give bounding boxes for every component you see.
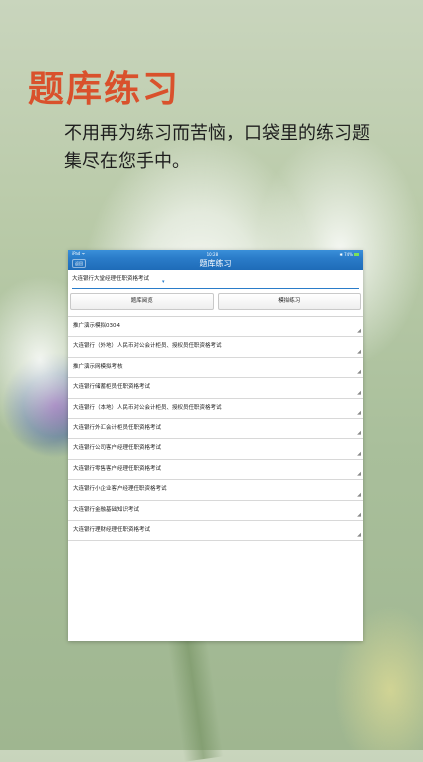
bluetooth-icon: ✱	[339, 251, 343, 257]
resize-grip-icon: ◢	[357, 491, 361, 498]
practice-button[interactable]: 模拟练习	[217, 293, 361, 310]
resize-grip-icon: ◢	[357, 328, 361, 335]
battery-icon	[353, 253, 359, 256]
list-item[interactable]: 大连银行外汇会计柜员任职资格考试 ◢	[68, 419, 363, 440]
list-item[interactable]: 大连银行（外地）人民币对公会计柜员、授权员任职资格考试 ◢	[68, 337, 363, 358]
list-item-label: 大连银行（本地）人民币对公会计柜员、授权员任职资格考试	[73, 404, 222, 411]
resize-grip-icon: ◢	[357, 369, 361, 376]
list-item[interactable]: 推广演示网模拟考核 ◢	[68, 358, 363, 379]
promo-headline: 题库练习	[28, 69, 181, 110]
list-item[interactable]: 大连银行理财经理任职资格考试 ◢	[68, 521, 363, 542]
resize-grip-icon: ◢	[357, 409, 361, 416]
resize-grip-icon: ◢	[357, 348, 361, 355]
resize-grip-icon: ◢	[357, 511, 361, 518]
list-item-label: 推广演示模拟0304	[73, 323, 120, 329]
promo-subtitle: 不用再为练习而苦恼，口袋里的练习题集尽在您手中。	[64, 123, 370, 172]
browse-button[interactable]: 题库阅览	[70, 293, 214, 310]
list-item[interactable]: 大连银行零售客户经理任职资格考试 ◢	[68, 460, 363, 481]
list-item-label: 大连银行（外地）人民币对公会计柜员、授权员任职资格考试	[73, 343, 222, 350]
list-item-label: 大连银行公司客户经理任职资格考试	[73, 445, 162, 452]
list-item-label: 大连银行金融基础知识考试	[73, 506, 140, 513]
resize-grip-icon: ◢	[357, 389, 361, 396]
exam-selector[interactable]: 大连银行大堂经理任职资格考试 ▾	[72, 270, 359, 289]
resize-grip-icon: ◢	[357, 450, 361, 457]
list-item-label: 大连银行理财经理任职资格考试	[73, 526, 151, 533]
list-item-label: 大连银行零售客户经理任职资格考试	[73, 465, 162, 472]
list-item-label: 推广演示网模拟考核	[73, 363, 123, 370]
list-item[interactable]: 大连银行储蓄柜员任职资格考试 ◢	[68, 378, 363, 399]
ipad-screen: iPad ᯤ 10:28 ✱ 74% 返回 题库练习 大连银行大堂经理任职资格考…	[68, 250, 363, 641]
list-item[interactable]: 大连银行公司客户经理任职资格考试 ◢	[68, 439, 363, 460]
battery-percent: 74%	[344, 251, 353, 257]
list-item-label: 大连银行储蓄柜员任职资格考试	[73, 384, 151, 391]
resize-grip-icon: ◢	[357, 471, 361, 478]
nav-bar: 返回 题库练习	[68, 258, 363, 270]
chevron-down-icon: ▾	[162, 279, 165, 285]
list-item[interactable]: 大连银行（本地）人民币对公会计柜员、授权员任职资格考试 ◢	[68, 399, 363, 419]
status-bar: iPad ᯤ 10:28 ✱ 74%	[68, 250, 363, 258]
list-item[interactable]: 大连银行金融基础知识考试 ◢	[68, 501, 363, 521]
list-item[interactable]: 推广演示模拟0304 ◢	[68, 317, 363, 338]
resize-grip-icon: ◢	[357, 532, 361, 539]
status-time: 10:28	[206, 251, 219, 257]
status-battery: ✱ 74%	[339, 252, 359, 257]
list-item[interactable]: 大连银行小企业客户经理任职资格考试 ◢	[68, 480, 363, 501]
exam-selector-value: 大连银行大堂经理任职资格考试	[72, 276, 150, 282]
nav-title: 题库练习	[199, 259, 232, 268]
exam-list: 推广演示模拟0304 ◢ 大连银行（外地）人民币对公会计柜员、授权员任职资格考试 ◢…	[68, 316, 363, 542]
status-carrier: iPad ᯤ	[72, 251, 86, 256]
list-item-label: 大连银行小企业客户经理任职资格考试	[73, 486, 167, 493]
action-buttons: 题库阅览 模拟练习	[70, 293, 361, 310]
resize-grip-icon: ◢	[357, 430, 361, 437]
list-item-label: 大连银行外汇会计柜员任职资格考试	[73, 424, 162, 431]
